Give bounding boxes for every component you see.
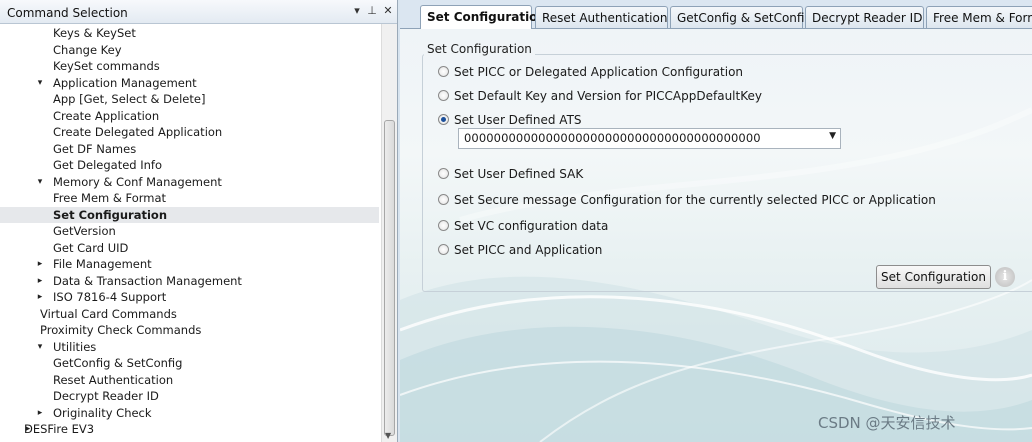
tree-item-label: Originality Check <box>53 405 152 420</box>
option-label: Set Secure message Configuration for the… <box>454 193 936 207</box>
radio-unselected[interactable] <box>438 168 449 179</box>
tree-item-label: Change Key <box>53 42 122 57</box>
tree-item[interactable]: ▸ File Management <box>0 256 379 272</box>
tree-item[interactable]: ▸ DESFire EV3 <box>0 421 379 437</box>
tab-decrypt-reader-id[interactable]: Decrypt Reader ID <box>805 6 924 28</box>
tree-item[interactable]: GetConfig & SetConfig <box>0 355 379 371</box>
tree-item[interactable]: Keys & KeySet <box>0 25 379 41</box>
tree-item-label: Utilities <box>53 339 97 354</box>
collapsed-arrow-icon[interactable]: ▸ <box>35 289 45 305</box>
radio-unselected[interactable] <box>438 220 449 231</box>
tree-item-label: Get Delegated Info <box>53 158 163 172</box>
tab-getconfig-setconfig[interactable]: GetConfig & SetConfig <box>670 6 812 28</box>
tree-item-label: File Management <box>53 257 152 271</box>
option-label: Set Default Key and Version for PICCAppD… <box>454 89 762 103</box>
tree-item[interactable]: Change Key <box>0 42 379 58</box>
group-legend: Set Configuration <box>424 42 535 56</box>
tree-item[interactable]: ▾ Memory & Conf Management <box>0 174 379 190</box>
tree-item[interactable]: ▸ ISO 7816-4 Support <box>0 289 379 305</box>
tree-item-label: Set Configuration <box>53 207 168 222</box>
expanded-arrow-icon[interactable]: ▾ <box>35 339 45 355</box>
tree-item[interactable]: Get Delegated Info <box>0 157 379 173</box>
radio-unselected[interactable] <box>438 66 449 77</box>
command-tree: Keys & KeySet Change Key KeySet commands ▾ A… <box>0 24 381 442</box>
panel-title: Command Selection <box>7 6 128 20</box>
collapsed-arrow-icon[interactable]: ▸ <box>35 405 45 421</box>
tree-item[interactable]: Get Card UID <box>0 240 379 256</box>
dropdown-arrow-icon[interactable]: ▼ <box>829 131 836 141</box>
panel-dropdown-icon[interactable]: ▾ <box>350 4 364 18</box>
tree-item[interactable]: KeySet commands <box>0 58 379 74</box>
tree-item-label: Get DF Names <box>53 141 137 156</box>
tree-item[interactable]: App [Get, Select & Delete] <box>0 91 379 107</box>
option-label: Set User Defined ATS <box>454 113 582 127</box>
tree-item[interactable]: Proximity Check Commands <box>0 322 379 338</box>
radio-selected[interactable] <box>438 114 449 125</box>
tree-item[interactable]: Reset Authentication <box>0 372 379 388</box>
tree-item[interactable]: Virtual Card Commands <box>0 306 379 322</box>
radio-unselected[interactable] <box>438 244 449 255</box>
tree-item[interactable]: Set Configuration <box>0 206 379 223</box>
tree-item[interactable]: GetVersion <box>0 223 379 239</box>
radio-unselected[interactable] <box>438 194 449 205</box>
tree-item-label: Application Management <box>53 75 197 90</box>
tree-item-label: Reset Authentication <box>53 372 174 387</box>
tree-item-label: ISO 7816-4 Support <box>53 290 167 304</box>
tab-set-configuration[interactable]: Set Configuration <box>420 5 546 29</box>
expanded-arrow-icon[interactable]: ▾ <box>35 174 45 190</box>
tree-item-label: Proximity Check Commands <box>40 323 202 337</box>
set-configuration-group: Set Configuration Set PICC or Delegated … <box>422 42 1032 292</box>
option-label: Set PICC and Application <box>454 243 603 257</box>
option-label: Set PICC or Delegated Application Config… <box>454 65 744 79</box>
pin-icon[interactable]: ⊥ <box>365 4 379 18</box>
tree-item[interactable]: Free Mem & Format <box>0 190 379 206</box>
ats-value-select[interactable]: 0000000000000000000000000000000000000000… <box>458 128 841 149</box>
tree-item-label: GetConfig & SetConfig <box>53 356 183 370</box>
ats-value-text: 0000000000000000000000000000000000000000 <box>464 131 761 145</box>
tree-item[interactable]: Create Application <box>0 108 379 124</box>
tree-item-label: KeySet commands <box>53 59 160 73</box>
collapsed-arrow-icon[interactable]: ▸ <box>35 256 45 272</box>
tree-item-label: Memory & Conf Management <box>53 174 222 189</box>
tree-item[interactable]: ▸ Data & Transaction Management <box>0 273 379 289</box>
close-icon[interactable]: ✕ <box>381 4 395 18</box>
tab-strip: Set Configuration Reset Authentication Get… <box>400 0 1032 29</box>
command-selection-panel: Command Selection ▾ ⊥ ✕ Keys & KeySet Cha… <box>0 0 398 442</box>
panel-header: Command Selection ▾ ⊥ ✕ <box>0 0 397 24</box>
radio-unselected[interactable] <box>438 90 449 101</box>
option-label: Set VC configuration data <box>454 219 609 233</box>
tree-item-label: App [Get, Select & Delete] <box>53 92 206 106</box>
tab-reset-authentication[interactable]: Reset Authentication <box>535 6 668 28</box>
tree-item[interactable]: Create Delegated Application <box>0 124 379 140</box>
main-content: Set Configuration Reset Authentication Get… <box>400 0 1032 442</box>
tree-item-label: Data & Transaction Management <box>53 273 242 288</box>
tree-item-label: GetVersion <box>53 224 116 238</box>
tree-item-label: Create Delegated Application <box>53 125 223 139</box>
tree-item-label: Get Card UID <box>53 240 129 255</box>
tree-item[interactable]: Decrypt Reader ID <box>0 388 379 404</box>
set-configuration-button[interactable]: Set Configuration <box>876 265 991 289</box>
tree-item[interactable]: ▸ Originality Check <box>0 405 379 421</box>
collapsed-arrow-icon[interactable]: ▸ <box>35 273 45 289</box>
tree-item-label: Free Mem & Format <box>53 191 167 205</box>
tree-item[interactable]: Get DF Names <box>0 141 379 157</box>
scrollbar-thumb[interactable] <box>384 120 395 436</box>
tree-scrollbar[interactable]: ▼ <box>381 24 397 442</box>
tree-item-label: Create Application <box>53 108 160 123</box>
watermark: CSDN @天安信技术 <box>818 414 956 432</box>
tree-item-label: Decrypt Reader ID <box>53 389 159 403</box>
expanded-arrow-icon[interactable]: ▾ <box>35 75 45 91</box>
scroll-down-arrow-icon[interactable]: ▼ <box>385 431 391 440</box>
tab-free-mem-format[interactable]: Free Mem & Format <box>926 6 1032 28</box>
tree-item[interactable]: ▾ Application Management <box>0 75 379 91</box>
option-label: Set User Defined SAK <box>454 167 584 181</box>
tree-item-label: Virtual Card Commands <box>40 306 177 321</box>
tree-item-label: DESFire EV3 <box>24 422 95 436</box>
info-icon[interactable]: i <box>995 267 1015 287</box>
tree-item-label: Keys & KeySet <box>53 26 136 40</box>
tree-item[interactable]: ▾ Utilities <box>0 339 379 355</box>
